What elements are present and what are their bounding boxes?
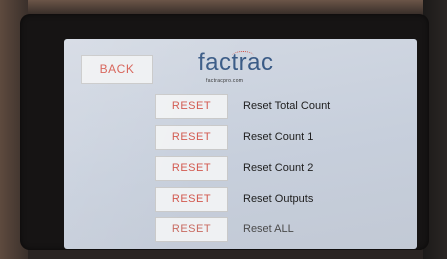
reset-row-count-1: RESET Reset Count 1: [155, 125, 395, 150]
factrac-logo: factrac factracpro.com: [194, 49, 304, 89]
reset-all-label: Reset ALL: [243, 223, 294, 235]
reset-count-2-label: Reset Count 2: [243, 162, 314, 174]
reset-count-2-button[interactable]: RESET: [155, 156, 228, 181]
reset-row-total-count: RESET Reset Total Count: [155, 94, 395, 119]
touch-screen: BACK factrac factracpro.com RESET Reset …: [64, 39, 417, 249]
logo-text: factrac: [198, 49, 274, 76]
reset-row-all: RESET Reset ALL: [155, 217, 395, 242]
reset-outputs-button[interactable]: RESET: [155, 187, 228, 212]
reset-row-count-2: RESET Reset Count 2: [155, 156, 395, 181]
reset-count-1-label: Reset Count 1: [243, 131, 314, 143]
reset-total-count-button[interactable]: RESET: [155, 94, 228, 119]
reset-count-1-button[interactable]: RESET: [155, 125, 228, 150]
reset-row-outputs: RESET Reset Outputs: [155, 187, 395, 212]
back-button[interactable]: BACK: [81, 55, 153, 84]
logo-url: factracpro.com: [206, 78, 244, 84]
reset-outputs-label: Reset Outputs: [243, 193, 314, 205]
reset-all-button[interactable]: RESET: [155, 217, 228, 242]
reset-total-count-label: Reset Total Count: [243, 100, 331, 112]
